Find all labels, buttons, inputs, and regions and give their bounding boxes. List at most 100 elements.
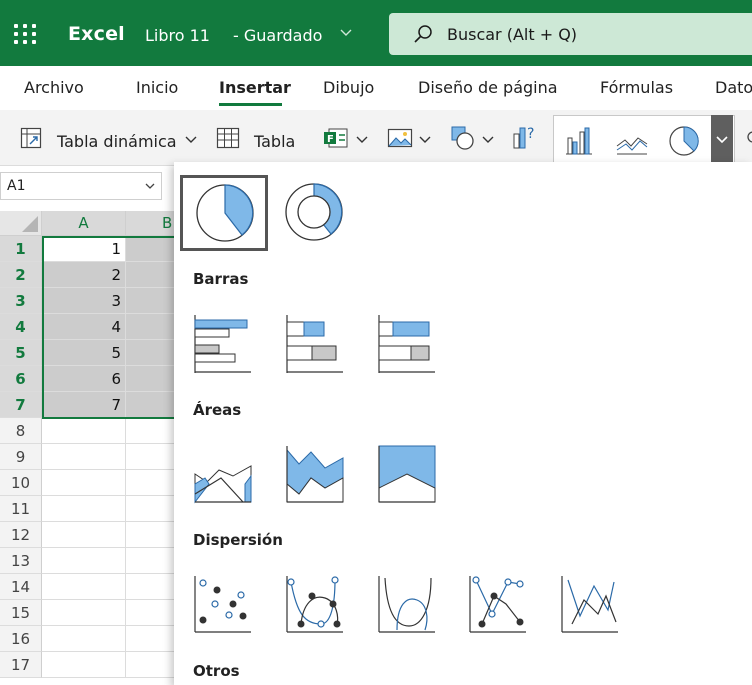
- cell-b11[interactable]: [126, 496, 180, 522]
- pie-chart-icon[interactable]: [668, 125, 700, 157]
- row-header-13[interactable]: 13: [0, 548, 42, 574]
- row-header-8[interactable]: 8: [0, 418, 42, 444]
- app-launcher-icon[interactable]: [14, 24, 38, 46]
- pivot-table-button[interactable]: Tabla dinámica: [57, 132, 177, 151]
- stacked-area-100-icon[interactable]: [377, 444, 437, 504]
- chevron-down-icon[interactable]: [340, 26, 352, 38]
- name-box[interactable]: A1: [0, 172, 162, 200]
- search-box[interactable]: Buscar (Alt + Q): [389, 13, 752, 55]
- row-header-12[interactable]: 12: [0, 522, 42, 548]
- tab-formulas[interactable]: Fórmulas: [600, 78, 673, 97]
- forms-icon[interactable]: F: [323, 127, 349, 149]
- cell-b3[interactable]: [126, 288, 180, 314]
- cell-b5[interactable]: [126, 340, 180, 366]
- tab-datos[interactable]: Datos: [715, 78, 752, 97]
- cell-b13[interactable]: [126, 548, 180, 574]
- cell-b10[interactable]: [126, 470, 180, 496]
- tab-dibujo[interactable]: Dibujo: [323, 78, 374, 97]
- pie-chart-option-selected[interactable]: [180, 175, 268, 251]
- cell-b4[interactable]: [126, 314, 180, 340]
- cell-b14[interactable]: [126, 574, 180, 600]
- cell-a6[interactable]: 6: [42, 366, 126, 392]
- stacked-bar-100-icon[interactable]: [377, 314, 437, 374]
- cell-b8[interactable]: [126, 418, 180, 444]
- scatter-smooth-lines-markers-icon[interactable]: [285, 574, 345, 634]
- row-header-11[interactable]: 11: [0, 496, 42, 522]
- row-header-16[interactable]: 16: [0, 626, 42, 652]
- picture-icon[interactable]: [387, 128, 413, 148]
- shapes-icon[interactable]: [450, 125, 476, 151]
- cell-a9[interactable]: [42, 444, 126, 470]
- cell-a5[interactable]: 5: [42, 340, 126, 366]
- scatter-smooth-lines-icon[interactable]: [377, 574, 437, 634]
- cell-a1[interactable]: 1: [42, 236, 126, 262]
- cell-a11[interactable]: [42, 496, 126, 522]
- stacked-area-icon[interactable]: [285, 444, 345, 504]
- doughnut-chart-icon[interactable]: [283, 181, 345, 243]
- row-header-2[interactable]: 2: [0, 262, 42, 288]
- area-chart-icon[interactable]: [193, 444, 253, 504]
- cell-a10[interactable]: [42, 470, 126, 496]
- row-header-9[interactable]: 9: [0, 444, 42, 470]
- chevron-down-icon[interactable]: [482, 135, 494, 145]
- table-icon[interactable]: [216, 127, 240, 149]
- cell-a12[interactable]: [42, 522, 126, 548]
- chevron-down-icon[interactable]: [356, 135, 368, 145]
- cell-b12[interactable]: [126, 522, 180, 548]
- cell-a17[interactable]: [42, 652, 126, 678]
- cell-b1[interactable]: [126, 236, 180, 262]
- tab-diseno-pagina[interactable]: Diseño de página: [418, 78, 558, 97]
- chevron-down-icon[interactable]: [185, 135, 197, 145]
- save-status: - Guardado: [233, 26, 323, 45]
- row-header-15[interactable]: 15: [0, 600, 42, 626]
- spreadsheet-grid: A B 1 2 3 4 5 6 7 8 9 10 11 12 13 14 15 …: [0, 211, 186, 685]
- cell-b17[interactable]: [126, 652, 180, 678]
- row-header-3[interactable]: 3: [0, 288, 42, 314]
- search-icon[interactable]: [744, 130, 752, 146]
- cell-b7[interactable]: [126, 392, 180, 418]
- cell-a8[interactable]: [42, 418, 126, 444]
- row-header-7[interactable]: 7: [0, 392, 42, 418]
- cell-b9[interactable]: [126, 444, 180, 470]
- row-header-14[interactable]: 14: [0, 574, 42, 600]
- tab-insertar[interactable]: Insertar: [219, 78, 291, 97]
- scatter-chart-icon[interactable]: [193, 574, 253, 634]
- scatter-straight-lines-icon[interactable]: [560, 574, 620, 634]
- row-header-1[interactable]: 1: [0, 236, 42, 262]
- row-header-6[interactable]: 6: [0, 366, 42, 392]
- cell-b2[interactable]: [126, 262, 180, 288]
- cell-a4[interactable]: 4: [42, 314, 126, 340]
- row-header-17[interactable]: 17: [0, 652, 42, 678]
- chart-types-dropdown: Barras Áreas Dispersión Otros: [174, 162, 752, 685]
- chevron-down-icon[interactable]: [419, 135, 431, 145]
- stacked-bar-icon[interactable]: [285, 314, 345, 374]
- table-button[interactable]: Tabla: [254, 132, 295, 151]
- cell-a16[interactable]: [42, 626, 126, 652]
- cell-a7[interactable]: 7: [42, 392, 126, 418]
- document-name[interactable]: Libro 11: [145, 26, 210, 45]
- select-all-button[interactable]: [0, 211, 42, 236]
- tab-inicio[interactable]: Inicio: [136, 78, 178, 97]
- pivot-table-icon[interactable]: [20, 127, 42, 149]
- column-header-a[interactable]: A: [42, 211, 126, 236]
- cell-b16[interactable]: [126, 626, 180, 652]
- cell-b15[interactable]: [126, 600, 180, 626]
- cell-a3[interactable]: 3: [42, 288, 126, 314]
- cell-a15[interactable]: [42, 600, 126, 626]
- chevron-down-icon[interactable]: [145, 181, 155, 191]
- cell-a13[interactable]: [42, 548, 126, 574]
- scatter-straight-lines-markers-icon[interactable]: [468, 574, 528, 634]
- tab-archivo[interactable]: Archivo: [24, 78, 84, 97]
- line-chart-icon[interactable]: [616, 126, 648, 156]
- clustered-bar-icon[interactable]: [193, 314, 253, 374]
- row-header-4[interactable]: 4: [0, 314, 42, 340]
- cell-a14[interactable]: [42, 574, 126, 600]
- cell-b6[interactable]: [126, 366, 180, 392]
- more-charts-button[interactable]: [711, 115, 733, 166]
- row-header-10[interactable]: 10: [0, 470, 42, 496]
- cell-a2[interactable]: 2: [42, 262, 126, 288]
- row-header-5[interactable]: 5: [0, 340, 42, 366]
- app-name[interactable]: Excel: [68, 23, 125, 45]
- column-chart-icon[interactable]: [564, 126, 594, 156]
- recommended-charts-icon[interactable]: ?: [512, 124, 540, 150]
